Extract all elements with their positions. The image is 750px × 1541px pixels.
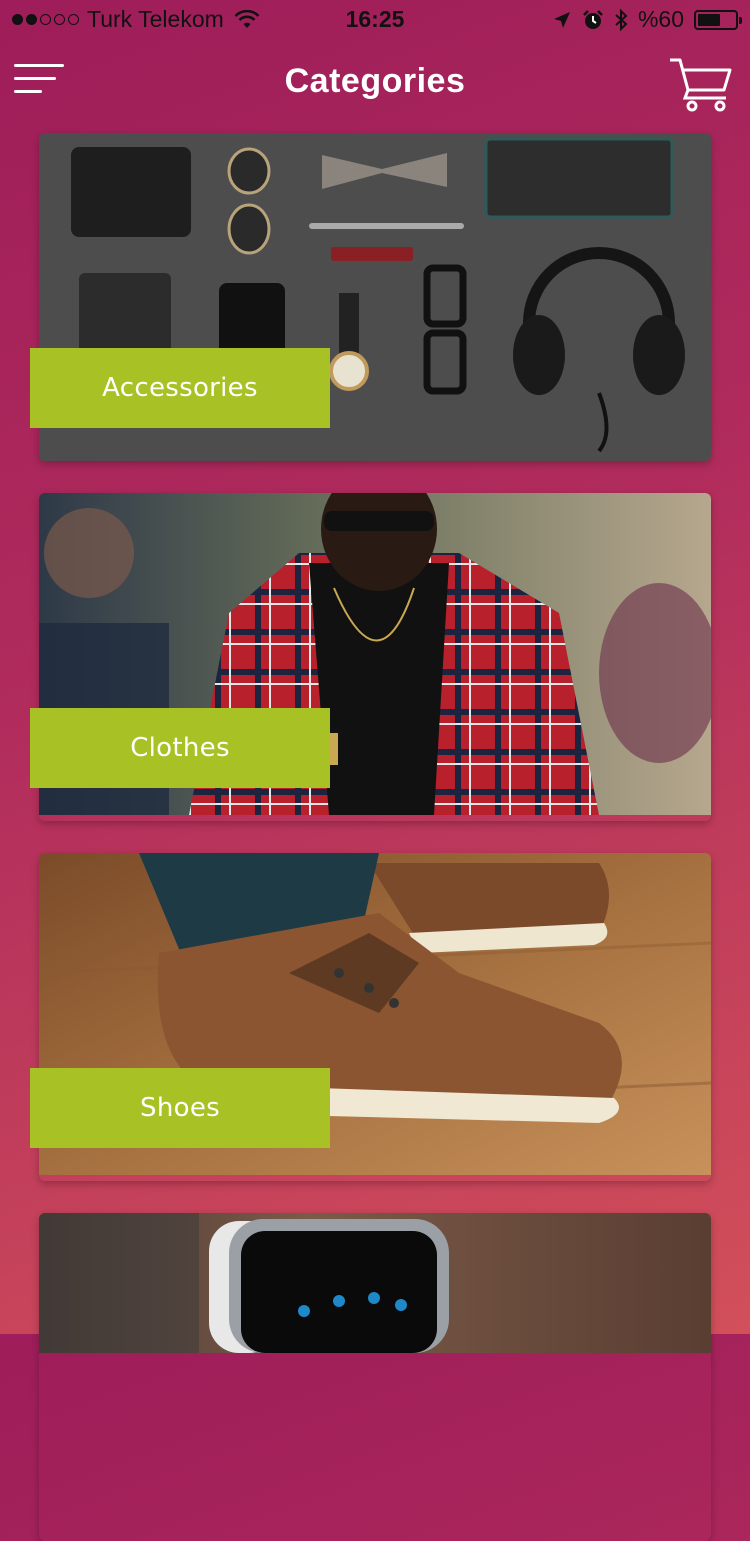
battery-percent: %60 [637,6,684,32]
navigation-bar: Categories [0,40,750,130]
wifi-icon [234,9,260,28]
page-title: Categories [284,62,466,100]
status-bar-right: %60 [552,6,742,33]
carrier-name: Turk Telekom [87,6,224,32]
menu-button[interactable] [14,60,66,100]
status-bar-left: Turk Telekom [12,6,260,33]
category-card-watch[interactable] [39,1213,711,1541]
status-bar: Turk Telekom 16:25 %60 [0,0,750,40]
battery-fill [698,13,720,26]
alarm-clock-icon [583,9,603,29]
category-label-clothes[interactable]: Clothes [30,708,330,788]
shopping-cart-icon [670,58,732,112]
watch-image [39,1213,711,1353]
signal-strength-icon [12,14,79,25]
cart-button[interactable] [668,56,734,114]
category-label-shoes[interactable]: Shoes [30,1068,330,1148]
battery-icon [694,9,742,30]
bluetooth-icon [615,8,628,31]
location-arrow-icon [553,11,570,28]
category-label-accessories[interactable]: Accessories [30,348,330,428]
